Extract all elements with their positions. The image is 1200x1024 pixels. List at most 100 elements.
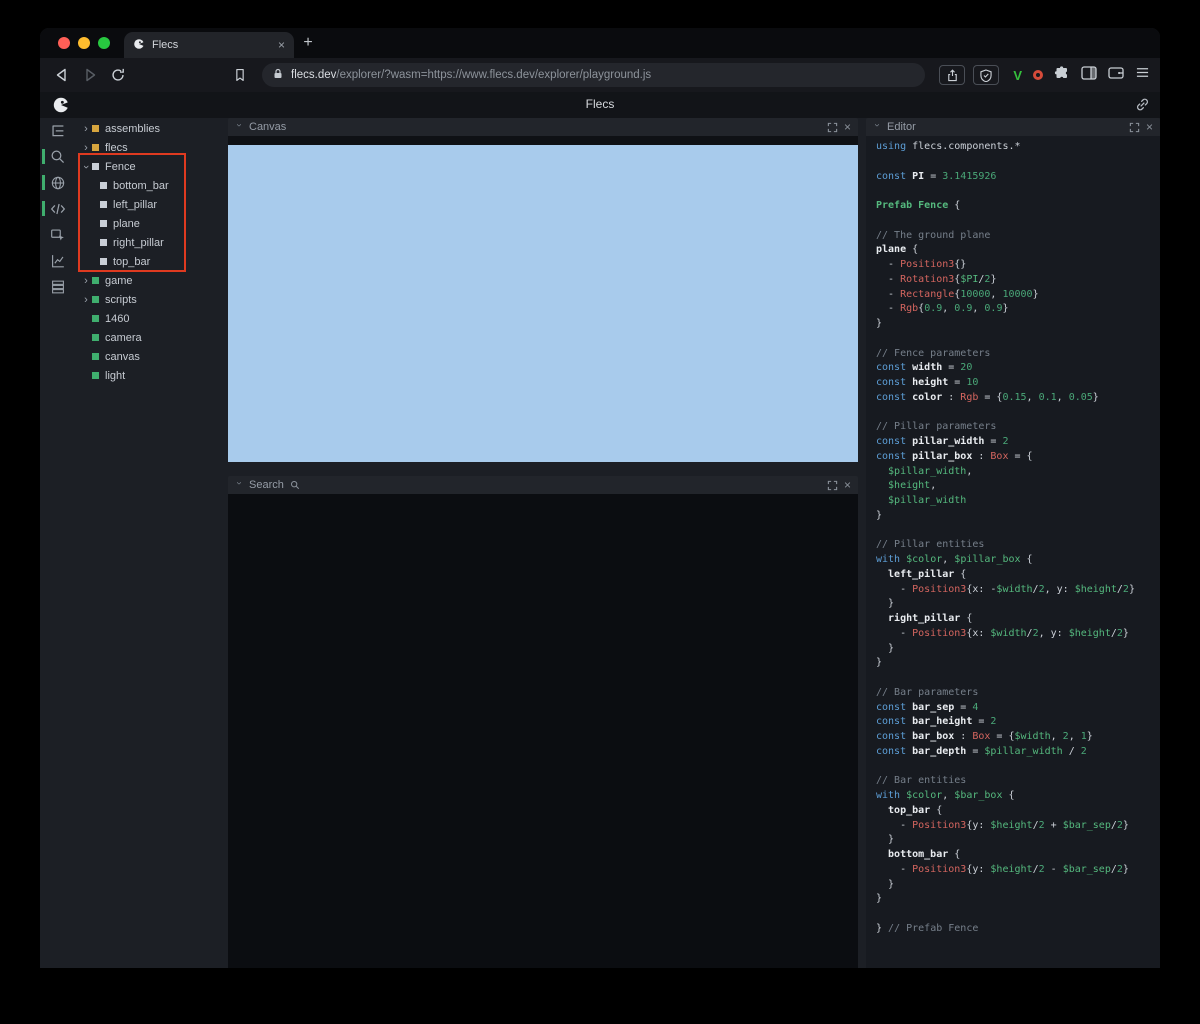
- code-line[interactable]: using flecs.components.*: [876, 140, 1160, 155]
- code-line[interactable]: const bar_sep = 4: [876, 701, 1160, 716]
- code-line[interactable]: // Pillar parameters: [876, 420, 1160, 435]
- close-icon[interactable]: ×: [844, 479, 851, 491]
- stats-icon[interactable]: [48, 251, 68, 271]
- code-line[interactable]: - Position3{x: -$width/2, y: $height/2}: [876, 583, 1160, 598]
- code-line[interactable]: $pillar_width: [876, 494, 1160, 509]
- maximize-window-button[interactable]: [98, 37, 110, 49]
- code-line[interactable]: - Position3{y: $height/2 + $bar_sep/2}: [876, 819, 1160, 834]
- share-button[interactable]: [939, 65, 966, 85]
- forward-button[interactable]: [78, 63, 102, 87]
- share-link-icon[interactable]: [1135, 97, 1150, 117]
- code-line[interactable]: const color : Rgb = {0.15, 0.1, 0.05}: [876, 391, 1160, 406]
- close-icon[interactable]: ×: [844, 121, 851, 133]
- code-line[interactable]: left_pillar {: [876, 568, 1160, 583]
- code-line[interactable]: [876, 214, 1160, 229]
- minimize-window-button[interactable]: [78, 37, 90, 49]
- chevron-down-icon[interactable]: ›: [234, 123, 245, 131]
- close-icon[interactable]: ×: [1146, 121, 1153, 133]
- code-line[interactable]: - Rotation3{$PI/2}: [876, 273, 1160, 288]
- bookmark-icon[interactable]: [228, 63, 252, 87]
- code-line[interactable]: // Pillar entities: [876, 538, 1160, 553]
- back-button[interactable]: [50, 63, 74, 87]
- code-line[interactable]: [876, 907, 1160, 922]
- tree-item-bottom_bar[interactable]: bottom_bar: [76, 176, 222, 195]
- code-line[interactable]: $pillar_width,: [876, 465, 1160, 480]
- chevron-right-icon[interactable]: ›: [80, 294, 92, 306]
- tree-item-canvas[interactable]: canvas: [76, 347, 222, 366]
- code-line[interactable]: - Rectangle{10000, 10000}: [876, 288, 1160, 303]
- code-line[interactable]: - Position3{y: $height/2 - $bar_sep/2}: [876, 863, 1160, 878]
- chevron-down-icon[interactable]: ›: [234, 481, 245, 489]
- code-line[interactable]: [876, 155, 1160, 170]
- tree-item-1460[interactable]: 1460: [76, 309, 222, 328]
- expand-icon[interactable]: [827, 480, 838, 491]
- expand-icon[interactable]: [827, 122, 838, 133]
- code-icon[interactable]: [42, 199, 68, 219]
- side-panel-icon[interactable]: [1081, 65, 1097, 85]
- code-line[interactable]: const PI = 3.1415926: [876, 170, 1160, 185]
- chevron-down-icon[interactable]: ›: [872, 123, 883, 131]
- code-line[interactable]: }: [876, 878, 1160, 893]
- inspector-icon[interactable]: [48, 225, 68, 245]
- code-line[interactable]: Prefab Fence {: [876, 199, 1160, 214]
- code-line[interactable]: [876, 406, 1160, 421]
- tree-item-scripts[interactable]: › scripts: [76, 290, 222, 309]
- tree-item-light[interactable]: light: [76, 366, 222, 385]
- code-line[interactable]: - Position3{}: [876, 258, 1160, 273]
- code-line[interactable]: [876, 524, 1160, 539]
- webgl-canvas[interactable]: [228, 145, 858, 462]
- code-line[interactable]: with $color, $bar_box {: [876, 789, 1160, 804]
- code-line[interactable]: [876, 671, 1160, 686]
- wallet-icon[interactable]: [1108, 66, 1124, 85]
- code-line[interactable]: with $color, $pillar_box {: [876, 553, 1160, 568]
- tree-item-right_pillar[interactable]: right_pillar: [76, 233, 222, 252]
- tree-item-game[interactable]: › game: [76, 271, 222, 290]
- code-line[interactable]: bottom_bar {: [876, 848, 1160, 863]
- code-line[interactable]: top_bar {: [876, 804, 1160, 819]
- chevron-right-icon[interactable]: ›: [80, 142, 92, 154]
- code-line[interactable]: } // Prefab Fence: [876, 922, 1160, 937]
- shield-button[interactable]: [973, 65, 1000, 85]
- code-line[interactable]: - Position3{x: $width/2, y: $height/2}: [876, 627, 1160, 642]
- code-line[interactable]: // Bar entities: [876, 774, 1160, 789]
- vimium-extension-icon[interactable]: V: [1013, 68, 1022, 83]
- entity-tree-icon[interactable]: [48, 121, 68, 141]
- code-line[interactable]: }: [876, 597, 1160, 612]
- code-line[interactable]: }: [876, 892, 1160, 907]
- search-icon[interactable]: [42, 147, 68, 167]
- tree-item-camera[interactable]: camera: [76, 328, 222, 347]
- menu-icon[interactable]: [1135, 66, 1150, 84]
- code-line[interactable]: // Fence parameters: [876, 347, 1160, 362]
- code-line[interactable]: [876, 760, 1160, 775]
- code-line[interactable]: const pillar_box : Box = {: [876, 450, 1160, 465]
- code-line[interactable]: const height = 10: [876, 376, 1160, 391]
- address-bar[interactable]: flecs.dev/explorer/?wasm=https://www.fle…: [262, 63, 926, 87]
- world-icon[interactable]: [42, 173, 68, 193]
- tree-item-Fence[interactable]: › Fence: [76, 157, 222, 176]
- close-window-button[interactable]: [58, 37, 70, 49]
- reload-button[interactable]: [106, 63, 130, 87]
- tree-item-flecs[interactable]: › flecs: [76, 138, 222, 157]
- code-line[interactable]: const width = 20: [876, 361, 1160, 376]
- code-line[interactable]: }: [876, 642, 1160, 657]
- tree-item-top_bar[interactable]: top_bar: [76, 252, 222, 271]
- chevron-right-icon[interactable]: ›: [80, 275, 92, 287]
- code-line[interactable]: }: [876, 509, 1160, 524]
- code-editor[interactable]: using flecs.components.* const PI = 3.14…: [866, 136, 1160, 968]
- code-line[interactable]: }: [876, 833, 1160, 848]
- code-line[interactable]: [876, 184, 1160, 199]
- tab-close-icon[interactable]: ×: [278, 39, 285, 51]
- code-line[interactable]: [876, 332, 1160, 347]
- code-line[interactable]: // Bar parameters: [876, 686, 1160, 701]
- expand-icon[interactable]: [1129, 122, 1140, 133]
- code-line[interactable]: const bar_height = 2: [876, 715, 1160, 730]
- tree-item-plane[interactable]: plane: [76, 214, 222, 233]
- tree-item-left_pillar[interactable]: left_pillar: [76, 195, 222, 214]
- tree-item-assemblies[interactable]: › assemblies: [76, 119, 222, 138]
- code-line[interactable]: const bar_depth = $pillar_width / 2: [876, 745, 1160, 760]
- browser-tab[interactable]: Flecs ×: [124, 32, 294, 58]
- chevron-down-icon[interactable]: ›: [80, 161, 92, 173]
- code-line[interactable]: const pillar_width = 2: [876, 435, 1160, 450]
- code-line[interactable]: $height,: [876, 479, 1160, 494]
- puzzle-extensions-icon[interactable]: [1054, 65, 1070, 86]
